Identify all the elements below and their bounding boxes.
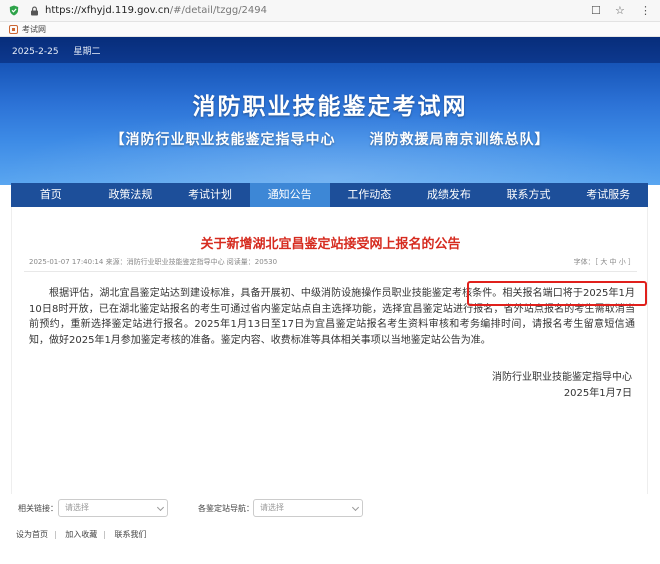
- site-favicon-icon: [9, 24, 18, 34]
- subtitle-right: 消防救援局南京训练总队】: [369, 132, 550, 148]
- nav-item-news[interactable]: 工作动态: [330, 183, 410, 207]
- lock-icon[interactable]: [30, 6, 39, 16]
- date-display: 2025-2-25 星期二: [12, 44, 112, 57]
- nav-item-results[interactable]: 成绩发布: [409, 183, 489, 207]
- link-selectors: 相关链接： 请选择 各鉴定站导航： 请选择: [0, 494, 660, 524]
- footer-set-homepage[interactable]: 设为首页: [16, 530, 48, 539]
- chevron-down-icon: [156, 503, 165, 512]
- font-size-switcher[interactable]: 字体：［ 大 中 小 ］: [574, 257, 635, 267]
- site-subtitle: 【消防行业职业技能鉴定指导中心 消防救援局南京训练总队】: [0, 129, 660, 149]
- subtitle-left: 【消防行业职业技能鉴定指导中心: [110, 132, 336, 148]
- footer-add-favorite[interactable]: 加入收藏: [65, 530, 97, 539]
- site-title: 消防职业技能鉴定考试网: [192, 94, 468, 120]
- url-host: https://xfhyjd.119.gov.cn: [45, 5, 170, 16]
- url-path: /#/detail/tzgg/2494: [169, 5, 268, 16]
- current-weekday: 星期二: [73, 47, 101, 57]
- nav-item-policies[interactable]: 政策法规: [91, 183, 171, 207]
- station-nav-label: 各鉴定站导航：: [198, 504, 254, 513]
- article-signature: 消防行业职业技能鉴定指导中心 2025年1月7日: [492, 370, 632, 402]
- nav-item-exam-plan[interactable]: 考试计划: [170, 183, 250, 207]
- signature-date: 2025年1月7日: [563, 388, 632, 399]
- related-links-label: 相关链接：: [18, 504, 58, 513]
- footer: 设为首页 | 加入收藏 | 联系我们: [0, 524, 660, 564]
- related-links-placeholder: 请选择: [65, 503, 89, 512]
- url-field[interactable]: https://xfhyjd.119.gov.cn/#/detail/tzgg/…: [45, 5, 267, 16]
- signature-org: 消防行业职业技能鉴定指导中心: [492, 372, 632, 383]
- star-icon[interactable]: ☆: [615, 4, 625, 18]
- site-banner: 2025-2-25 星期二 消防职业技能鉴定考试网 【消防行业职业技能鉴定指导中…: [0, 37, 660, 185]
- menu-icon[interactable]: ⋮: [640, 4, 651, 18]
- article-title: 关于新增湖北宜昌鉴定站接受网上报名的公告: [200, 237, 461, 252]
- article-container: 关于新增湖北宜昌鉴定站接受网上报名的公告 2025-01-07 17:40:14…: [11, 207, 648, 494]
- article-meta: 2025-01-07 17:40:14 来源：消防行业职业技能鉴定指导中心 阅读…: [29, 258, 278, 266]
- nav-item-exam-services[interactable]: 考试服务: [568, 183, 648, 207]
- nav-item-notices[interactable]: 通知公告: [249, 183, 330, 207]
- main-nav: 首页 政策法规 考试计划 通知公告 工作动态 成绩发布 联系方式 考试服务: [11, 183, 648, 207]
- highlight-annotation-box: [467, 281, 647, 306]
- station-nav-select[interactable]: 请选择: [253, 499, 363, 517]
- nav-item-home[interactable]: 首页: [11, 183, 91, 207]
- nav-item-contact[interactable]: 联系方式: [489, 183, 569, 207]
- related-links-select[interactable]: 请选择: [58, 499, 168, 517]
- tab-icon[interactable]: ☐: [591, 4, 601, 18]
- footer-contact-us[interactable]: 联系我们: [115, 530, 147, 539]
- current-date: 2025-2-25: [12, 47, 59, 57]
- browser-address-bar: https://xfhyjd.119.gov.cn/#/detail/tzgg/…: [0, 0, 660, 22]
- footer-links: 设为首页 | 加入收藏 | 联系我们: [16, 530, 147, 539]
- shield-icon[interactable]: [9, 5, 19, 16]
- chevron-down-icon: [351, 503, 360, 512]
- station-nav-placeholder: 请选择: [260, 503, 284, 512]
- tab-strip: 考试网: [0, 22, 660, 37]
- tab-title[interactable]: 考试网: [22, 24, 46, 35]
- divider: [24, 271, 637, 272]
